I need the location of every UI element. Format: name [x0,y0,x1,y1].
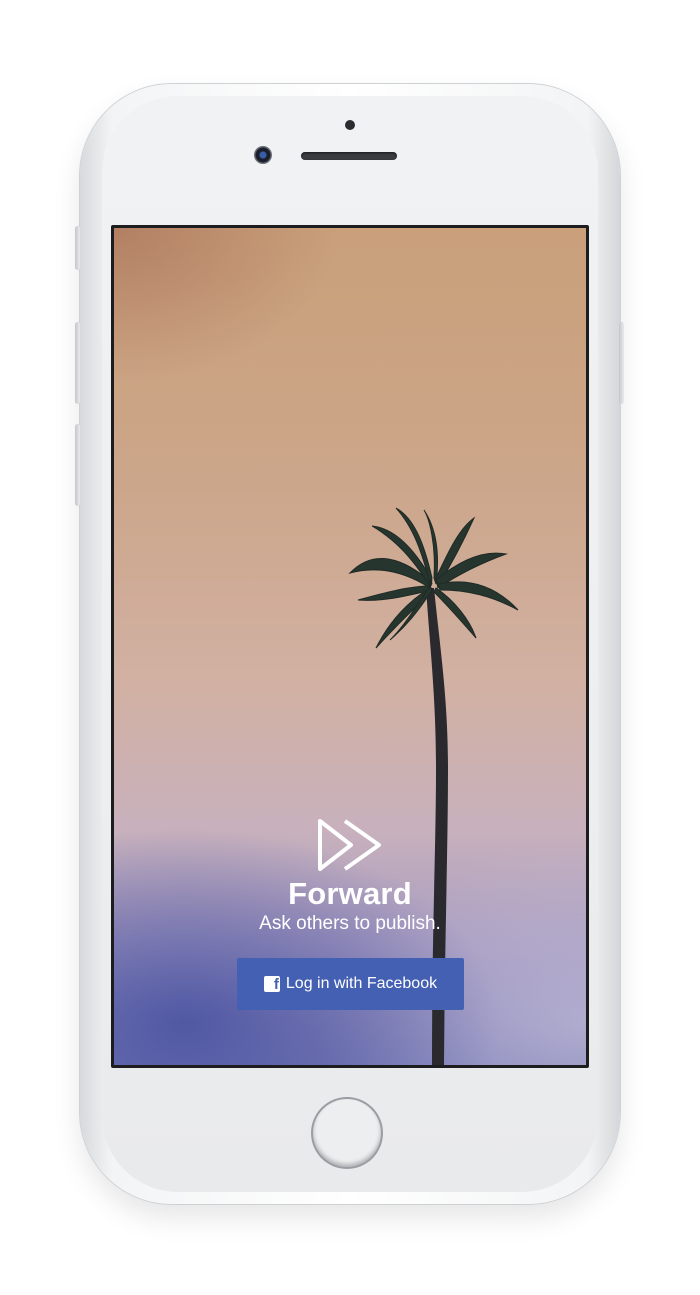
login-screen: Forward Ask others to publish. f Log in … [114,228,586,1065]
palm-tree-image [348,507,519,1065]
mute-switch [75,226,80,270]
app-tagline: Ask others to publish. [259,913,441,934]
fast-forward-icon [318,819,381,871]
proximity-sensor [345,120,355,130]
earpiece-speaker [301,152,397,160]
facebook-login-label: Log in with Facebook [285,975,438,992]
phone-screen: Forward Ask others to publish. f Log in … [111,225,589,1068]
stage: Forward Ask others to publish. f Log in … [0,0,700,1295]
brand-block: Forward Ask others to publish. [114,818,586,936]
volume-down-button [75,424,80,506]
home-button[interactable] [313,1099,381,1167]
app-title: Forward [288,876,412,911]
front-camera-icon [254,146,272,164]
volume-up-button [75,322,80,404]
facebook-icon: f [263,976,280,993]
power-button [619,322,624,404]
facebook-login-button[interactable]: f Log in with Facebook [237,958,464,1010]
